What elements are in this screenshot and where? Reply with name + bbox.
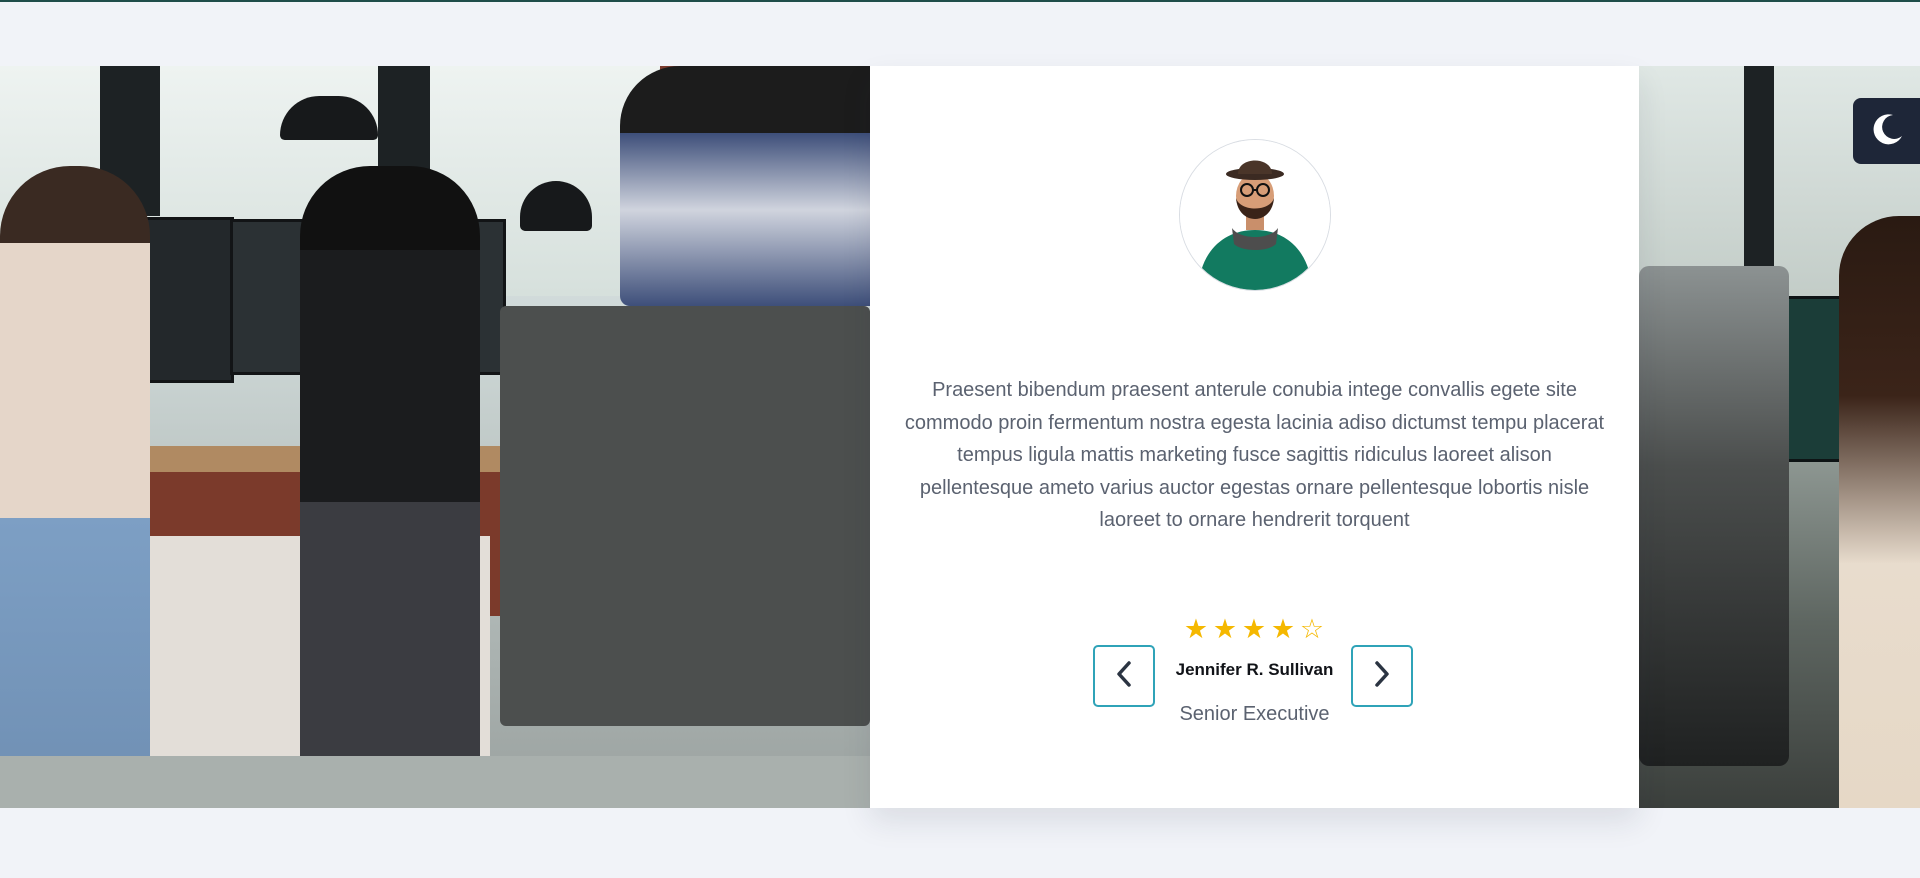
moon-icon — [1867, 109, 1907, 154]
author-role: Senior Executive — [1179, 703, 1330, 725]
top-border — [0, 0, 1920, 2]
star-filled-icon: ★ — [1212, 614, 1239, 644]
star-outline-icon: ☆ — [1299, 614, 1326, 644]
rating-stars: ★ ★ ★ ★ ☆ — [870, 614, 1639, 644]
author-name: Jennifer R. Sullivan — [1175, 660, 1334, 679]
testimonial-quote: Praesent bibendum praesent anterule conu… — [904, 379, 1605, 531]
dark-mode-toggle[interactable] — [1853, 98, 1920, 164]
next-testimonial-button[interactable] — [1351, 645, 1413, 707]
chevron-right-icon — [1371, 659, 1393, 694]
office-photo-left — [0, 66, 870, 808]
testimonial-card: Praesent bibendum praesent anterule conu… — [870, 66, 1639, 808]
testimonial-section: Praesent bibendum praesent anterule conu… — [0, 66, 1920, 808]
star-filled-icon: ★ — [1241, 614, 1268, 644]
star-filled-icon: ★ — [1183, 614, 1210, 644]
author-avatar — [1179, 139, 1331, 291]
office-photo-right — [1639, 66, 1920, 808]
star-filled-icon: ★ — [1270, 614, 1297, 644]
